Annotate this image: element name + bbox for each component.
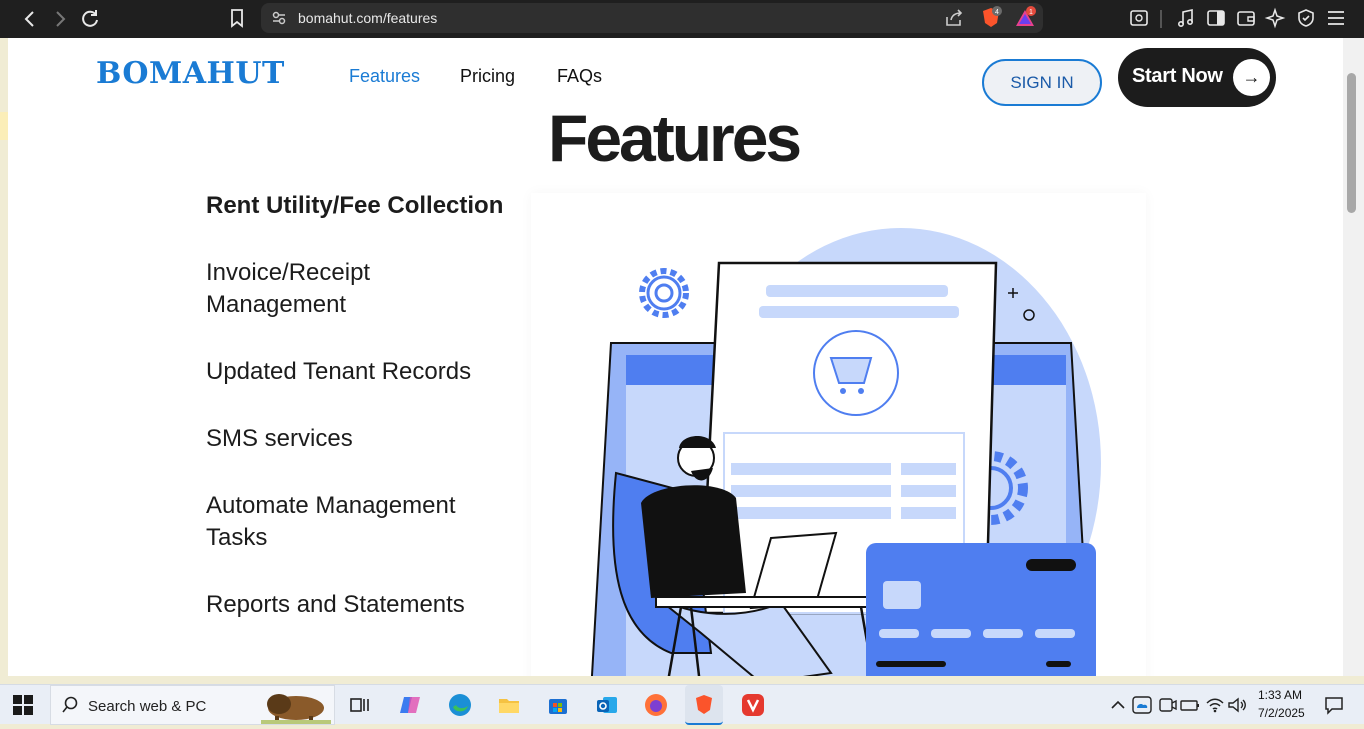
nav-link-faqs[interactable]: FAQs: [557, 66, 602, 87]
notification-icon[interactable]: [1322, 693, 1346, 717]
vpn-icon[interactable]: [1295, 7, 1317, 29]
site-info-icon[interactable]: [269, 8, 291, 30]
menu-icon[interactable]: [1325, 7, 1347, 29]
task-view-icon[interactable]: [348, 693, 372, 717]
nav-link-pricing[interactable]: Pricing: [460, 66, 515, 87]
feature-item-reports[interactable]: Reports and Statements: [206, 589, 506, 621]
arrow-right-icon: →: [1233, 59, 1270, 96]
feature-item-sms-services[interactable]: SMS services: [206, 423, 506, 455]
copilot-icon[interactable]: [398, 693, 422, 717]
meet-now-icon[interactable]: [1155, 693, 1179, 717]
brave-shields-icon[interactable]: 4: [979, 6, 1002, 28]
reload-icon[interactable]: [78, 7, 102, 31]
feature-item-rent-collection[interactable]: Rent Utility/Fee Collection: [206, 190, 506, 222]
start-now-button[interactable]: Start Now →: [1118, 48, 1276, 107]
music-icon[interactable]: [1175, 7, 1197, 29]
outlook-icon[interactable]: [595, 693, 619, 717]
page-viewport: BOMAHUT Features Pricing FAQs SIGN IN St…: [8, 38, 1343, 676]
battery-icon[interactable]: [1178, 693, 1202, 717]
onedrive-icon[interactable]: [1130, 693, 1154, 717]
clock-time[interactable]: 1:33 AM: [1258, 688, 1302, 702]
bison-widget-icon[interactable]: [261, 688, 331, 729]
file-explorer-icon[interactable]: [497, 693, 521, 717]
windows-taskbar: Search web & PC 1:33 AM 7/2/2025: [0, 684, 1364, 725]
credit-card-icon: [866, 543, 1096, 676]
wallet-icon[interactable]: [1235, 7, 1257, 29]
nav-link-features[interactable]: Features: [349, 66, 420, 87]
firefox-icon[interactable]: [644, 693, 668, 717]
brave-taskbar-icon[interactable]: [685, 685, 723, 725]
scrollbar-thumb[interactable]: [1347, 73, 1356, 213]
background-strip: [0, 112, 8, 140]
gear-icon: [639, 268, 689, 318]
forward-arrow-icon[interactable]: [48, 7, 72, 31]
feature-illustration-card: [531, 193, 1146, 676]
volume-icon[interactable]: [1225, 693, 1249, 717]
windows-start-icon[interactable]: [13, 695, 33, 715]
feature-illustration: [590, 228, 1101, 676]
back-arrow-icon[interactable]: [18, 7, 42, 31]
reader-sidebar-icon[interactable]: [1205, 7, 1227, 29]
sidebar-icon[interactable]: [1128, 7, 1150, 29]
sign-in-button[interactable]: SIGN IN: [982, 59, 1102, 106]
page-scrollbar[interactable]: [1343, 38, 1364, 676]
chevron-up-icon[interactable]: [1106, 693, 1130, 717]
brave-rewards-icon[interactable]: 1: [1013, 6, 1036, 28]
clock-date[interactable]: 7/2/2025: [1258, 706, 1305, 720]
browser-toolbar: bomahut.com/features 4 1: [0, 0, 1364, 38]
feature-item-tenant-records[interactable]: Updated Tenant Records: [206, 356, 506, 388]
svg-text:1: 1: [1029, 9, 1033, 16]
address-bar[interactable]: bomahut.com/features 4 1: [261, 3, 1043, 33]
url-text[interactable]: bomahut.com/features: [298, 10, 437, 26]
svg-text:4: 4: [995, 9, 999, 16]
search-placeholder: Search web & PC: [88, 698, 207, 715]
leo-ai-icon[interactable]: [1264, 7, 1286, 29]
edge-icon[interactable]: [448, 693, 472, 717]
start-now-label: Start Now: [1132, 65, 1223, 87]
page-title: Features: [548, 101, 802, 175]
toolbar-divider: [1160, 10, 1162, 28]
feature-item-automate-tasks[interactable]: Automate Management Tasks: [206, 490, 506, 554]
wifi-icon[interactable]: [1203, 693, 1227, 717]
vivaldi-icon[interactable]: [741, 693, 765, 717]
search-icon: [61, 696, 79, 719]
bookmark-icon[interactable]: [226, 7, 248, 29]
store-icon[interactable]: [546, 693, 570, 717]
feature-item-invoice-receipt[interactable]: Invoice/Receipt Management: [206, 257, 506, 321]
taskbar-search[interactable]: Search web & PC: [50, 685, 335, 725]
share-icon[interactable]: [943, 7, 965, 29]
site-logo[interactable]: BOMAHUT: [96, 56, 285, 91]
